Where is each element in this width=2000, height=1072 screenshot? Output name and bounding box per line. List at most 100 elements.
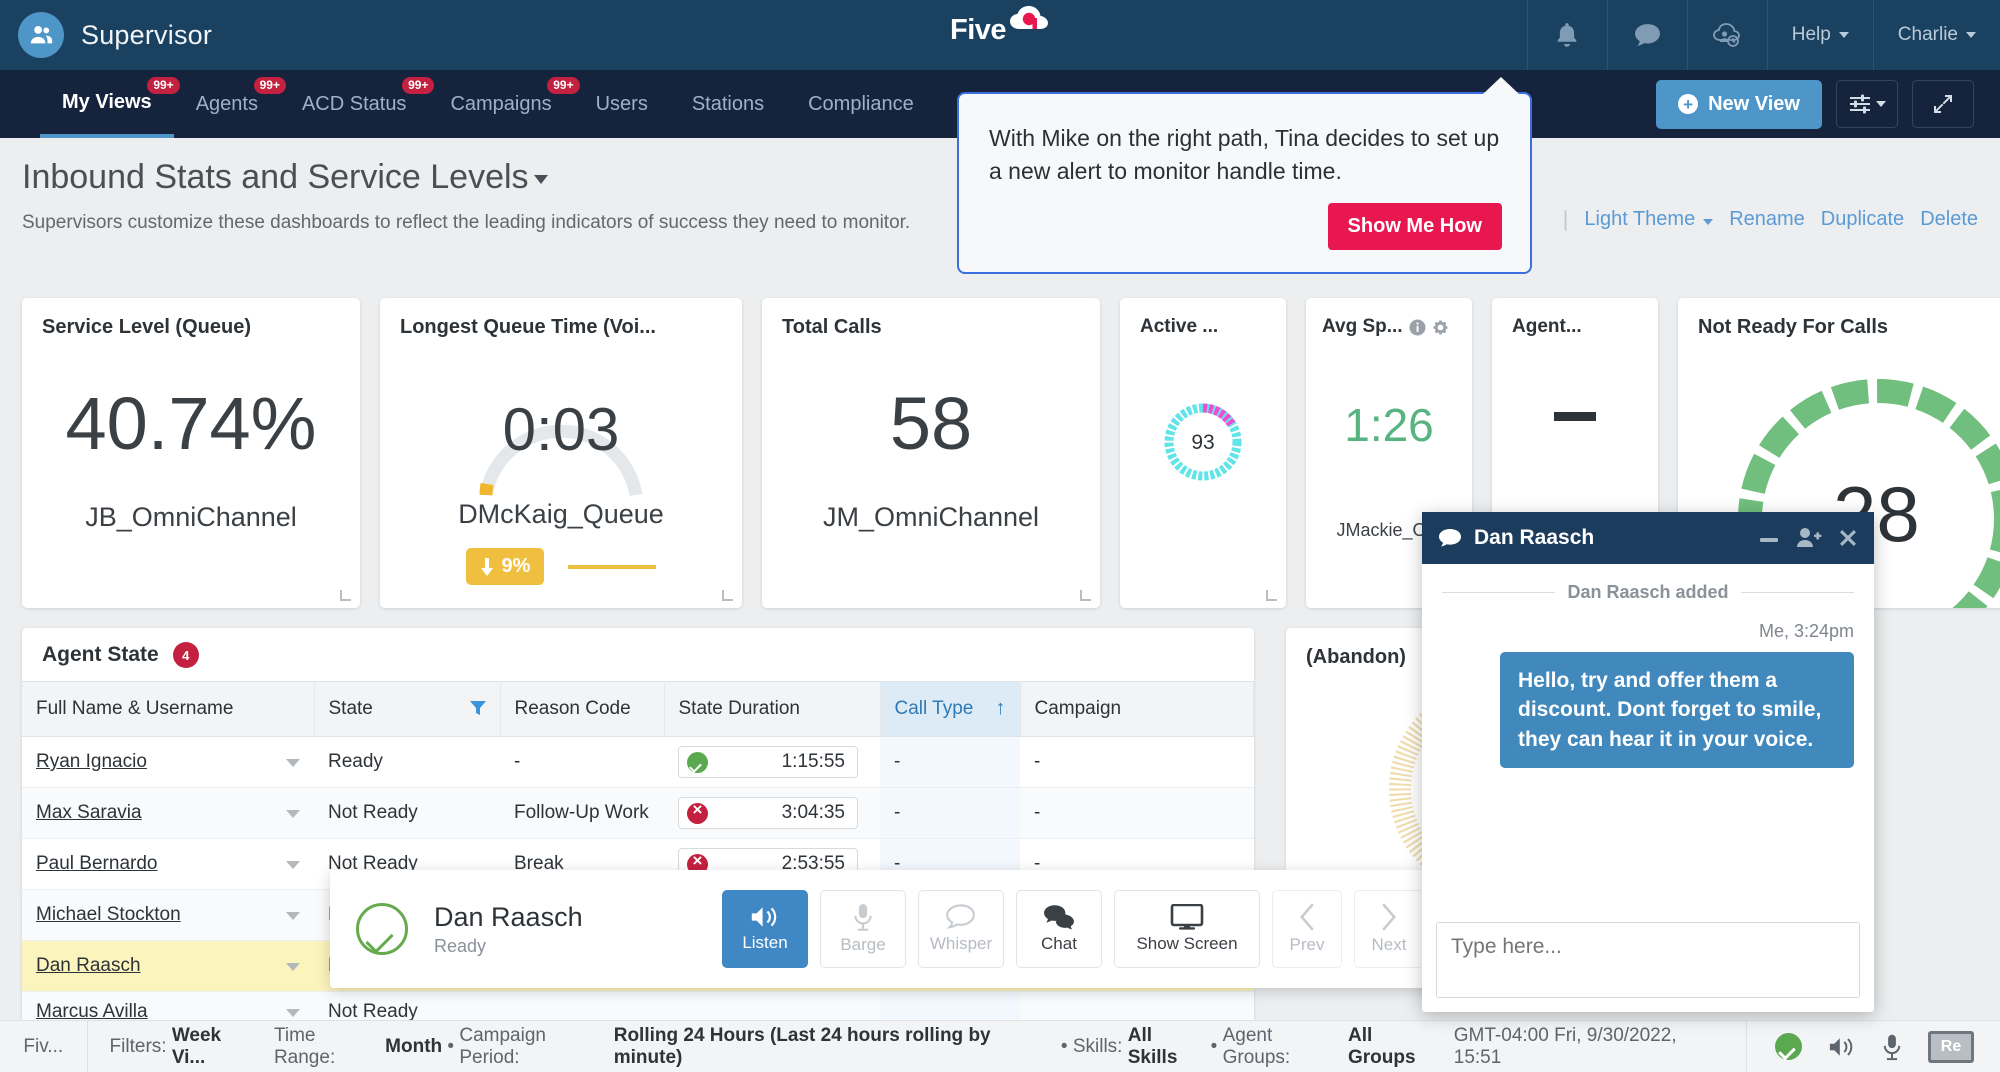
nav-item-compliance[interactable]: Compliance xyxy=(786,70,936,138)
chat-message-bubble: Hello, try and offer them a discount. Do… xyxy=(1500,652,1854,769)
nav-item-agents[interactable]: Agents 99+ xyxy=(174,70,286,138)
user-menu[interactable]: Charlie xyxy=(1872,0,2000,70)
agent-name-link[interactable]: Ryan Ignacio xyxy=(36,751,147,772)
nav-item-stations[interactable]: Stations xyxy=(670,70,786,138)
rename-action[interactable]: Rename xyxy=(1729,208,1805,231)
agent-name-link[interactable]: Marcus Avilla xyxy=(36,1001,148,1022)
notifications-button[interactable] xyxy=(1526,0,1607,70)
arc-gauge: 0:03 xyxy=(380,355,742,505)
chevron-down-icon[interactable] xyxy=(286,1009,300,1017)
cell-state: Not Ready xyxy=(314,787,500,839)
whisper-button[interactable]: Whisper xyxy=(918,890,1004,968)
chevron-down-icon[interactable] xyxy=(286,912,300,920)
chat-panel-header: Dan Raasch xyxy=(1422,512,1874,564)
show-me-how-button[interactable]: Show Me How xyxy=(1327,203,1502,250)
time-range-value[interactable]: Month xyxy=(385,1036,442,1058)
help-menu[interactable]: Help xyxy=(1766,0,1873,70)
dashboard-title-dropdown[interactable]: Inbound Stats and Service Levels xyxy=(22,158,548,197)
nav-item-campaigns[interactable]: Campaigns 99+ xyxy=(428,70,580,138)
cell-name[interactable]: Michael Stockton xyxy=(22,889,314,941)
fullscreen-button[interactable] xyxy=(1912,80,1974,128)
info-icon[interactable] xyxy=(1409,319,1426,336)
resize-handle[interactable] xyxy=(340,590,351,601)
prev-button[interactable]: Prev xyxy=(1272,890,1342,968)
chat-button[interactable]: Chat xyxy=(1016,890,1102,968)
chevron-down-icon[interactable] xyxy=(286,810,300,818)
table-row[interactable]: Ryan Ignacio Ready - 1:15:55 - - xyxy=(22,736,1254,788)
listen-button[interactable]: Listen xyxy=(722,890,808,968)
nav-label: Stations xyxy=(691,92,765,115)
agent-name-link[interactable]: Paul Bernardo xyxy=(36,853,157,874)
agent-name-link[interactable]: Michael Stockton xyxy=(36,904,181,925)
filters-value[interactable]: Week Vi... xyxy=(172,1025,258,1069)
add-person-icon[interactable] xyxy=(1796,527,1822,549)
col-campaign[interactable]: Campaign xyxy=(1020,681,1254,737)
col-state[interactable]: State xyxy=(314,681,501,737)
filter-settings-button[interactable] xyxy=(1836,80,1898,128)
delete-action[interactable]: Delete xyxy=(1920,208,1978,231)
chevron-down-icon[interactable] xyxy=(286,963,300,971)
cloud-agent-icon xyxy=(1713,23,1741,47)
col-reason-code[interactable]: Reason Code xyxy=(500,681,665,737)
theme-selector[interactable]: Light Theme xyxy=(1584,208,1714,231)
widget-longest-queue-time[interactable]: Longest Queue Time (Voi... 0:03 DMcKaig_… xyxy=(380,298,742,608)
skills-value[interactable]: All Skills xyxy=(1128,1025,1206,1069)
status-ok-icon xyxy=(687,751,708,773)
five9-logo: Five xyxy=(949,6,1050,47)
col-state-duration[interactable]: State Duration xyxy=(664,681,881,737)
widget-service-level-queue[interactable]: Service Level (Queue) 40.74% JB_OmniChan… xyxy=(22,298,360,608)
barge-button[interactable]: Barge xyxy=(820,890,906,968)
chat-messages: Dan Raasch added Me, 3:24pm Hello, try a… xyxy=(1422,564,1874,922)
col-call-type[interactable]: Call Type ↑ xyxy=(880,681,1021,737)
agent-groups-value[interactable]: All Groups xyxy=(1348,1025,1443,1069)
chevron-down-icon[interactable] xyxy=(286,759,300,767)
trend-value: 9% xyxy=(501,555,531,577)
cell-name[interactable]: Max Saravia xyxy=(22,787,314,839)
cell-campaign: - xyxy=(1020,787,1254,839)
campaign-period-value[interactable]: Rolling 24 Hours (Last 24 hours rolling … xyxy=(614,1025,1056,1069)
show-screen-button[interactable]: Show Screen xyxy=(1114,890,1260,968)
control-agent-info: Dan Raasch Ready xyxy=(434,902,583,957)
ready-check-icon xyxy=(356,903,408,955)
table-row[interactable]: Max Saravia Not Ready Follow-Up Work 3:0… xyxy=(22,787,1254,839)
minimize-icon[interactable] xyxy=(1758,529,1780,547)
filters-label: Filters: xyxy=(109,1035,167,1057)
resize-handle[interactable] xyxy=(1266,590,1277,601)
cell-name[interactable]: Paul Bernardo xyxy=(22,838,314,890)
chat-input[interactable] xyxy=(1436,922,1860,998)
microphone-icon[interactable] xyxy=(1882,1033,1902,1061)
five9-wordmark: Five xyxy=(949,14,1007,46)
cloud-agent-button[interactable] xyxy=(1686,0,1767,70)
close-icon[interactable] xyxy=(1838,528,1858,548)
cell-call-type: - xyxy=(880,787,1020,839)
resize-handle[interactable] xyxy=(722,590,733,601)
widget-value: 1:26 xyxy=(1344,399,1434,451)
resize-handle[interactable] xyxy=(1080,590,1091,601)
widget-value: 40.74% xyxy=(65,382,317,465)
cell-name[interactable]: Dan Raasch xyxy=(22,940,314,992)
widget-active-calls[interactable]: Active ... 93 xyxy=(1120,298,1286,608)
agent-name-link[interactable]: Max Saravia xyxy=(36,802,142,823)
filter-icon[interactable] xyxy=(469,700,486,717)
duplicate-action[interactable]: Duplicate xyxy=(1821,208,1904,231)
arrow-down-icon xyxy=(480,557,493,576)
next-button[interactable]: Next xyxy=(1354,890,1424,968)
widget-value-dash xyxy=(1492,408,1658,426)
nav-item-my-views[interactable]: My Views 99+ xyxy=(40,70,180,138)
chat-panel: Dan Raasch Dan Raasch added Me, 3:24pm H… xyxy=(1422,512,1874,1012)
cell-name[interactable]: Ryan Ignacio xyxy=(22,736,314,788)
new-view-button[interactable]: + New View xyxy=(1656,79,1822,129)
nav-item-acd-status[interactable]: ACD Status 99+ xyxy=(280,70,435,138)
gear-icon[interactable] xyxy=(1432,319,1449,336)
nav-item-users[interactable]: Users xyxy=(574,70,670,138)
recording-indicator-icon[interactable]: Re xyxy=(1928,1030,1974,1063)
widget-total-calls[interactable]: Total Calls 58 JM_OmniChannel xyxy=(762,298,1100,608)
agent-name-link[interactable]: Dan Raasch xyxy=(36,955,141,976)
chevron-down-icon[interactable] xyxy=(286,861,300,869)
speaker-icon[interactable] xyxy=(1828,1036,1856,1058)
chevron-down-icon xyxy=(1838,32,1849,38)
cell-call-type: - xyxy=(880,736,1020,788)
col-full-name[interactable]: Full Name & Username xyxy=(22,681,315,737)
connection-ok-icon[interactable] xyxy=(1775,1033,1802,1060)
chat-button[interactable] xyxy=(1606,0,1687,70)
